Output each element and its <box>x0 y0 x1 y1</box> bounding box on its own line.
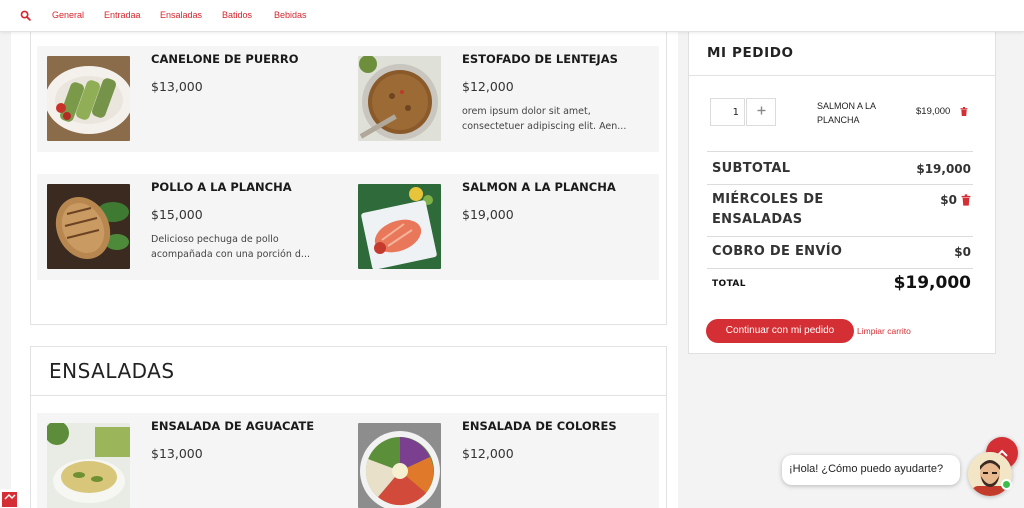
product-name: ESTOFADO DE LENTEJAS <box>462 52 618 66</box>
nav-item-general[interactable]: General <box>52 10 84 20</box>
continue-order-button[interactable]: Continuar con mi pedido <box>706 319 854 343</box>
product-price: $19,000 <box>462 207 514 222</box>
promo-value: $0 <box>940 193 957 207</box>
order-title: MI PEDIDO <box>707 45 794 61</box>
order-item-name: SALMON A LA PLANCHA <box>817 101 876 125</box>
total-label: TOTAL <box>712 279 746 289</box>
product-row: ENSALADA DE AGUACATE $13,000 ENSALADA DE… <box>37 413 659 508</box>
product-card[interactable]: SALMON A LA PLANCHA $19,000 <box>348 174 648 280</box>
search-icon[interactable] <box>20 10 31 21</box>
product-name: POLLO A LA PLANCHA <box>151 180 292 194</box>
product-card[interactable]: ENSALADA DE COLORES $12,000 <box>348 413 648 508</box>
product-card[interactable]: CANELONE DE PUERRO $13,000 <box>37 46 337 152</box>
nav-item-batidos[interactable]: Batidos <box>222 10 252 20</box>
product-price: $15,000 <box>151 207 203 222</box>
subtotal-value: $19,000 <box>916 162 971 176</box>
product-image <box>358 423 441 508</box>
product-name: ENSALADA DE AGUACATE <box>151 419 315 433</box>
promo-label: MIÉRCOLES DE ENSALADAS <box>712 192 824 227</box>
product-image <box>358 184 441 269</box>
product-row: POLLO A LA PLANCHA $15,000 Delicioso pec… <box>37 174 659 280</box>
divider <box>707 236 973 237</box>
product-card[interactable]: POLLO A LA PLANCHA $15,000 Delicioso pec… <box>37 174 337 280</box>
clear-cart-link[interactable]: Limpiar carrito <box>857 326 911 336</box>
menu-content: CANELONE DE PUERRO $13,000 ESTOFADO DE L… <box>11 30 678 508</box>
shipping-label: COBRO DE ENVÍO <box>712 244 843 259</box>
product-price: $13,000 <box>151 446 203 461</box>
product-description: Delicioso pechuga de pollo acompañada co… <box>151 234 310 260</box>
product-image <box>47 423 130 508</box>
section-title: ENSALADAS <box>49 359 175 383</box>
product-image <box>358 56 441 141</box>
divider <box>31 395 666 396</box>
product-row: CANELONE DE PUERRO $13,000 ESTOFADO DE L… <box>37 46 659 152</box>
subtotal-label: SUBTOTAL <box>712 161 791 176</box>
shipping-value: $0 <box>954 245 971 259</box>
product-price: $12,000 <box>462 79 514 94</box>
product-description: orem ipsum dolor sit amet, consectetuer … <box>462 106 627 132</box>
top-navigation: General Entradaa Ensaladas Batidos Bebid… <box>0 0 1024 32</box>
product-name: SALMON A LA PLANCHA <box>462 180 616 194</box>
divider <box>707 268 973 269</box>
order-panel: MI PEDIDO 1 SALMON A LA PLANCHA $19,000 … <box>688 32 996 354</box>
nav-item-ensaladas[interactable]: Ensaladas <box>160 10 202 20</box>
total-value: $19,000 <box>893 273 971 293</box>
product-image <box>47 56 130 141</box>
nav-item-bebidas[interactable]: Bebidas <box>274 10 307 20</box>
corner-logo <box>0 489 22 508</box>
divider <box>689 75 995 76</box>
trash-icon[interactable] <box>960 107 968 116</box>
product-card[interactable]: ESTOFADO DE LENTEJAS $12,000 orem ipsum … <box>348 46 648 152</box>
product-price: $13,000 <box>151 79 203 94</box>
divider <box>707 184 973 185</box>
chat-greeting-bubble[interactable]: ¡Hola! ¿Cómo puedo ayudarte? <box>782 455 960 485</box>
product-image <box>47 184 130 269</box>
plus-icon <box>757 106 765 115</box>
trash-icon[interactable] <box>961 194 971 206</box>
online-status-indicator <box>1001 479 1012 490</box>
nav-item-entradas[interactable]: Entradaa <box>104 10 141 20</box>
product-card[interactable]: ENSALADA DE AGUACATE $13,000 <box>37 413 337 508</box>
product-name: ENSALADA DE COLORES <box>462 419 617 433</box>
order-item-price: $19,000 <box>916 106 951 117</box>
product-name: CANELONE DE PUERRO <box>151 52 299 66</box>
divider <box>707 151 973 152</box>
product-price: $12,000 <box>462 446 514 461</box>
quantity-input[interactable]: 1 <box>710 98 745 126</box>
increase-quantity-button[interactable] <box>746 98 776 126</box>
